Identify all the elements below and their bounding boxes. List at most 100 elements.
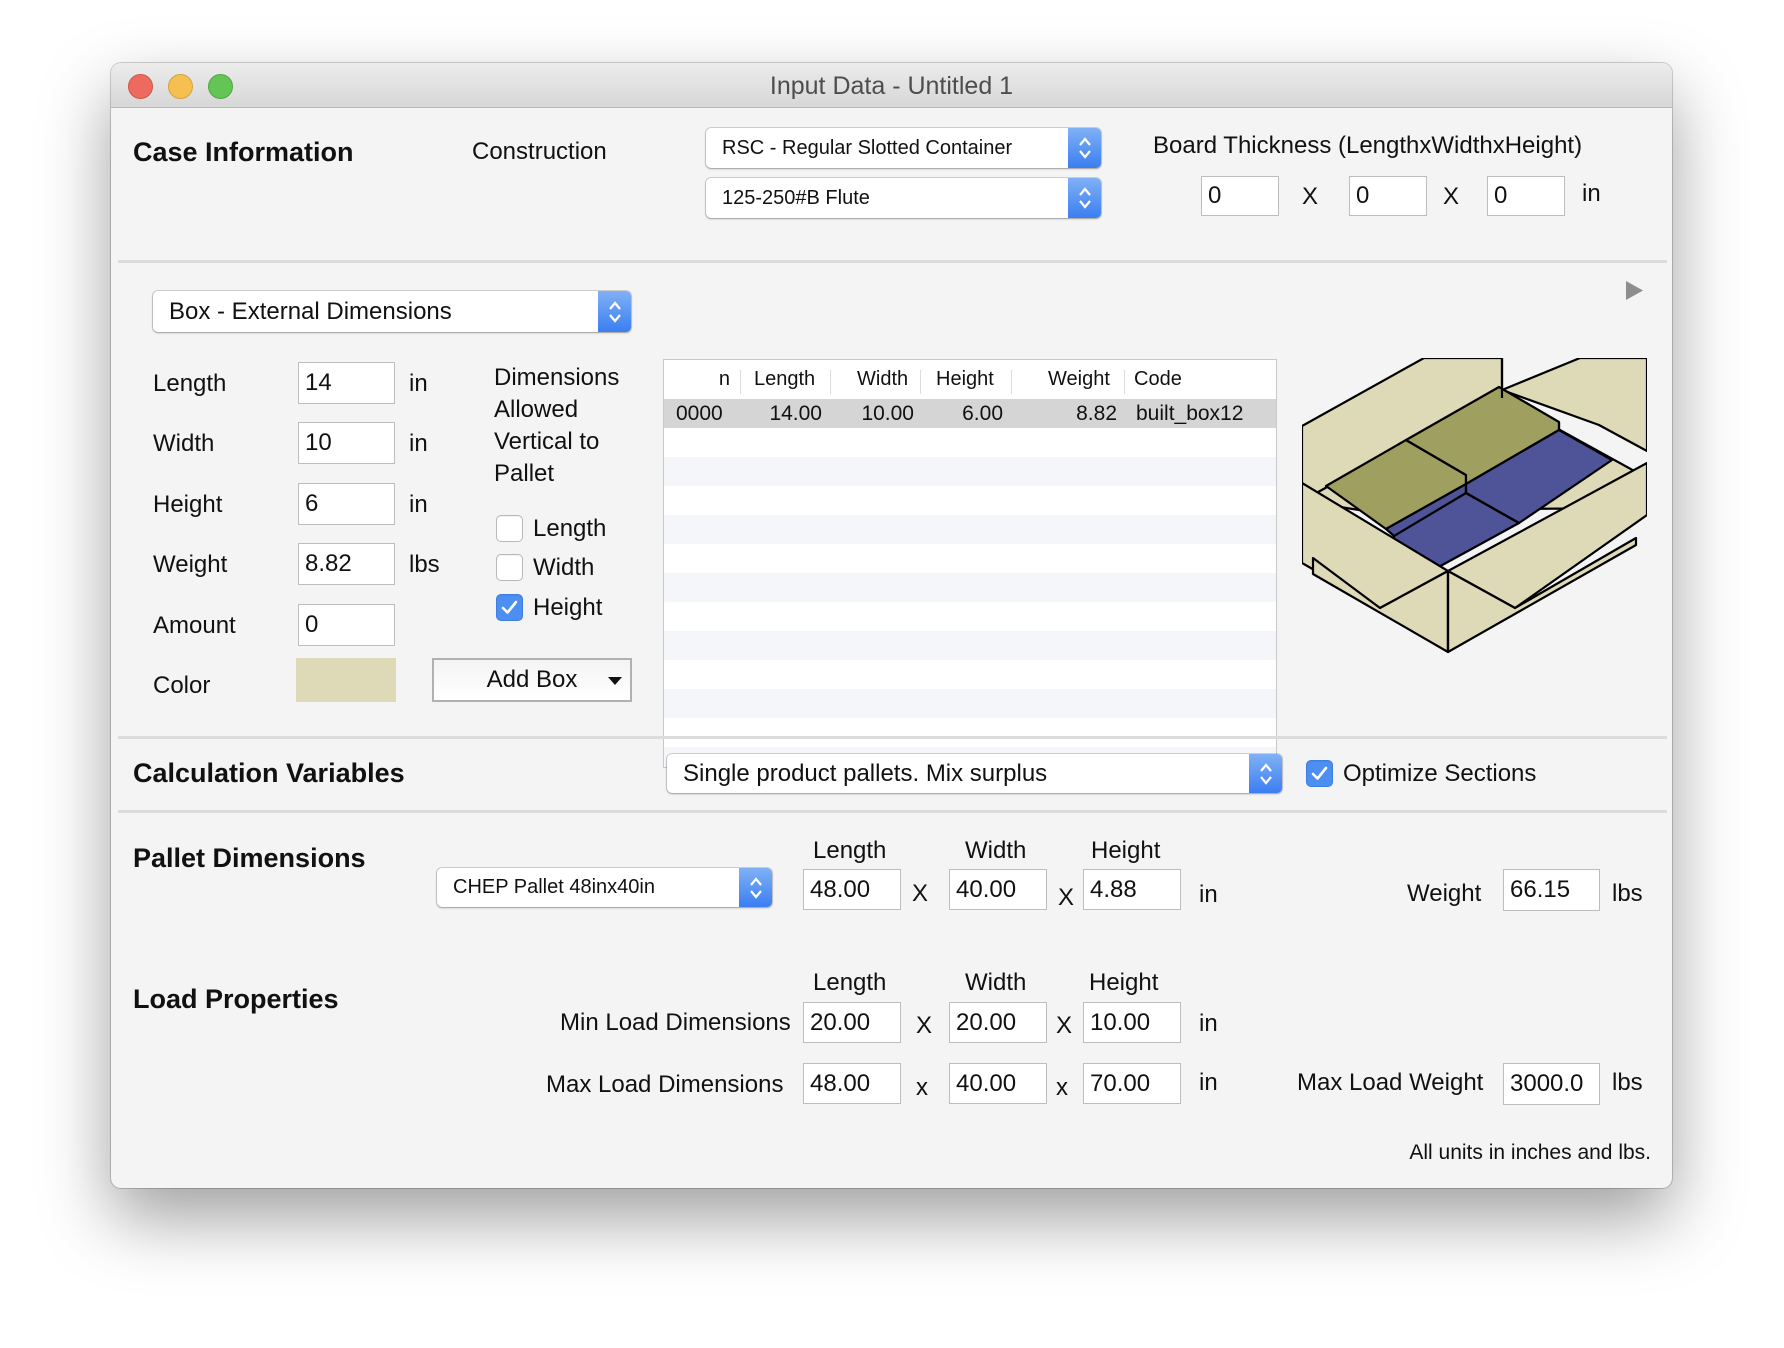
- column-header-n[interactable]: n: [664, 360, 730, 399]
- pallet-width-header: Width: [965, 837, 1027, 864]
- board-thickness-width-input[interactable]: [1349, 176, 1427, 216]
- times-separator: X: [1056, 1012, 1073, 1039]
- section-divider: [118, 260, 1667, 263]
- box-width-input[interactable]: [298, 422, 395, 464]
- board-thickness-label: Board Thickness (LengthxWidthxHeight): [1153, 132, 1583, 159]
- box-weight-input[interactable]: [298, 543, 395, 585]
- box-color-well[interactable]: [296, 658, 396, 702]
- load-width-header: Width: [965, 969, 1027, 996]
- column-divider[interactable]: [830, 370, 831, 394]
- box-3d-preview: [1302, 358, 1647, 654]
- calculation-variables-heading: Calculation Variables: [133, 758, 405, 788]
- load-length-header: Length: [813, 969, 887, 996]
- max-load-length-input[interactable]: [803, 1063, 901, 1104]
- vertical-height-checkbox[interactable]: [496, 594, 523, 621]
- box-height-input[interactable]: [298, 483, 395, 525]
- box-dimension-mode-select[interactable]: Box - External Dimensions: [153, 291, 631, 332]
- checkmark-icon: [1311, 766, 1328, 780]
- empty-table-row: [664, 689, 1276, 718]
- load-properties-heading: Load Properties: [133, 984, 339, 1014]
- min-load-height-input[interactable]: [1083, 1002, 1181, 1043]
- cell-code: built_box12: [1136, 402, 1244, 425]
- empty-table-row: [664, 631, 1276, 660]
- empty-table-row: [664, 515, 1276, 544]
- vertical-heading-line: Vertical to: [494, 428, 600, 455]
- pallet-dimensions-heading: Pallet Dimensions: [133, 843, 366, 873]
- pallet-length-input[interactable]: [803, 869, 901, 910]
- column-header-width[interactable]: Width: [857, 360, 908, 399]
- empty-table-row: [664, 660, 1276, 689]
- vertical-width-checkbox[interactable]: [496, 554, 523, 581]
- cell-length: 14.00: [769, 402, 822, 425]
- column-divider[interactable]: [920, 370, 921, 394]
- min-load-length-input[interactable]: [803, 1002, 901, 1043]
- vertical-heading-line: Pallet: [494, 460, 555, 487]
- column-header-height[interactable]: Height: [936, 360, 994, 399]
- pallet-type-value: CHEP Pallet 48inx40in: [453, 876, 655, 898]
- table-header: n Length Width Height Weight Code: [664, 360, 1276, 399]
- add-box-button[interactable]: Add Box: [432, 658, 632, 702]
- box-list-table[interactable]: n Length Width Height Weight Code 0000 1…: [663, 359, 1277, 768]
- max-load-weight-input[interactable]: [1503, 1063, 1600, 1105]
- times-separator: x: [1056, 1074, 1068, 1101]
- column-divider[interactable]: [1011, 370, 1012, 394]
- times-separator: X: [1443, 183, 1460, 210]
- title-bar[interactable]: Input Data - Untitled 1: [111, 63, 1672, 108]
- column-header-length[interactable]: Length: [754, 360, 815, 399]
- updown-chevron-icon: [598, 291, 631, 332]
- min-load-width-input[interactable]: [949, 1002, 1047, 1043]
- pallet-height-input[interactable]: [1083, 869, 1181, 910]
- section-divider: [118, 810, 1667, 813]
- box-height-label: Height: [153, 491, 223, 518]
- max-load-dimensions-label: Max Load Dimensions: [546, 1071, 784, 1098]
- pallet-length-header: Length: [813, 837, 887, 864]
- column-header-weight[interactable]: Weight: [1048, 360, 1110, 399]
- column-divider[interactable]: [740, 370, 741, 394]
- play-triangle-icon[interactable]: [1626, 281, 1643, 305]
- box-amount-input[interactable]: [298, 604, 395, 646]
- flute-select[interactable]: 125-250#B Flute: [706, 178, 1101, 218]
- vertical-length-checkbox[interactable]: [496, 515, 523, 542]
- construction-select[interactable]: RSC - Regular Slotted Container: [706, 128, 1101, 168]
- section-divider: [118, 736, 1667, 739]
- updown-chevron-icon: [1249, 754, 1282, 793]
- box-amount-label: Amount: [153, 612, 236, 639]
- construction-select-value: RSC - Regular Slotted Container: [722, 136, 1013, 159]
- table-row[interactable]: 0000 14.00 10.00 6.00 8.82 built_box12: [664, 399, 1276, 428]
- dropdown-arrow-icon[interactable]: [608, 664, 622, 692]
- times-separator: X: [1302, 183, 1319, 210]
- cell-weight: 8.82: [1076, 402, 1117, 425]
- pallet-type-select[interactable]: CHEP Pallet 48inx40in: [437, 868, 772, 907]
- min-load-unit: in: [1199, 1010, 1218, 1037]
- min-load-dimensions-label: Min Load Dimensions: [560, 1009, 791, 1036]
- pallet-weight-label: Weight: [1407, 880, 1482, 907]
- max-load-weight-label: Max Load Weight: [1297, 1069, 1484, 1096]
- vertical-heading-line: Allowed: [494, 396, 579, 423]
- board-thickness-unit: in: [1582, 180, 1601, 207]
- vertical-length-label: Length: [533, 515, 607, 542]
- units-footnote: All units in inches and lbs.: [1409, 1141, 1651, 1164]
- max-load-weight-unit: lbs: [1612, 1069, 1643, 1096]
- box-length-input[interactable]: [298, 362, 395, 404]
- box-length-unit: in: [409, 370, 428, 397]
- optimize-sections-checkbox[interactable]: [1306, 760, 1333, 787]
- box-height-unit: in: [409, 491, 428, 518]
- add-box-label: Add Box: [486, 666, 578, 693]
- column-header-code[interactable]: Code: [1134, 360, 1182, 399]
- cell-width: 10.00: [861, 402, 914, 425]
- board-thickness-length-input[interactable]: [1201, 176, 1279, 216]
- times-separator: x: [916, 1074, 928, 1101]
- empty-table-row: [664, 573, 1276, 602]
- times-separator: X: [916, 1012, 933, 1039]
- column-divider[interactable]: [1124, 370, 1125, 394]
- calculation-mode-select[interactable]: Single product pallets. Mix surplus: [667, 754, 1282, 793]
- max-load-height-input[interactable]: [1083, 1063, 1181, 1104]
- pallet-unit: in: [1199, 881, 1218, 908]
- pallet-weight-input[interactable]: [1503, 869, 1600, 911]
- board-thickness-height-input[interactable]: [1487, 176, 1565, 216]
- max-load-width-input[interactable]: [949, 1063, 1047, 1104]
- vertical-dimensions-heading: Dimensions Allowed Vertical to Pallet: [494, 362, 619, 490]
- pallet-width-input[interactable]: [949, 869, 1047, 910]
- box-width-label: Width: [153, 430, 215, 457]
- times-separator: X: [1058, 884, 1075, 911]
